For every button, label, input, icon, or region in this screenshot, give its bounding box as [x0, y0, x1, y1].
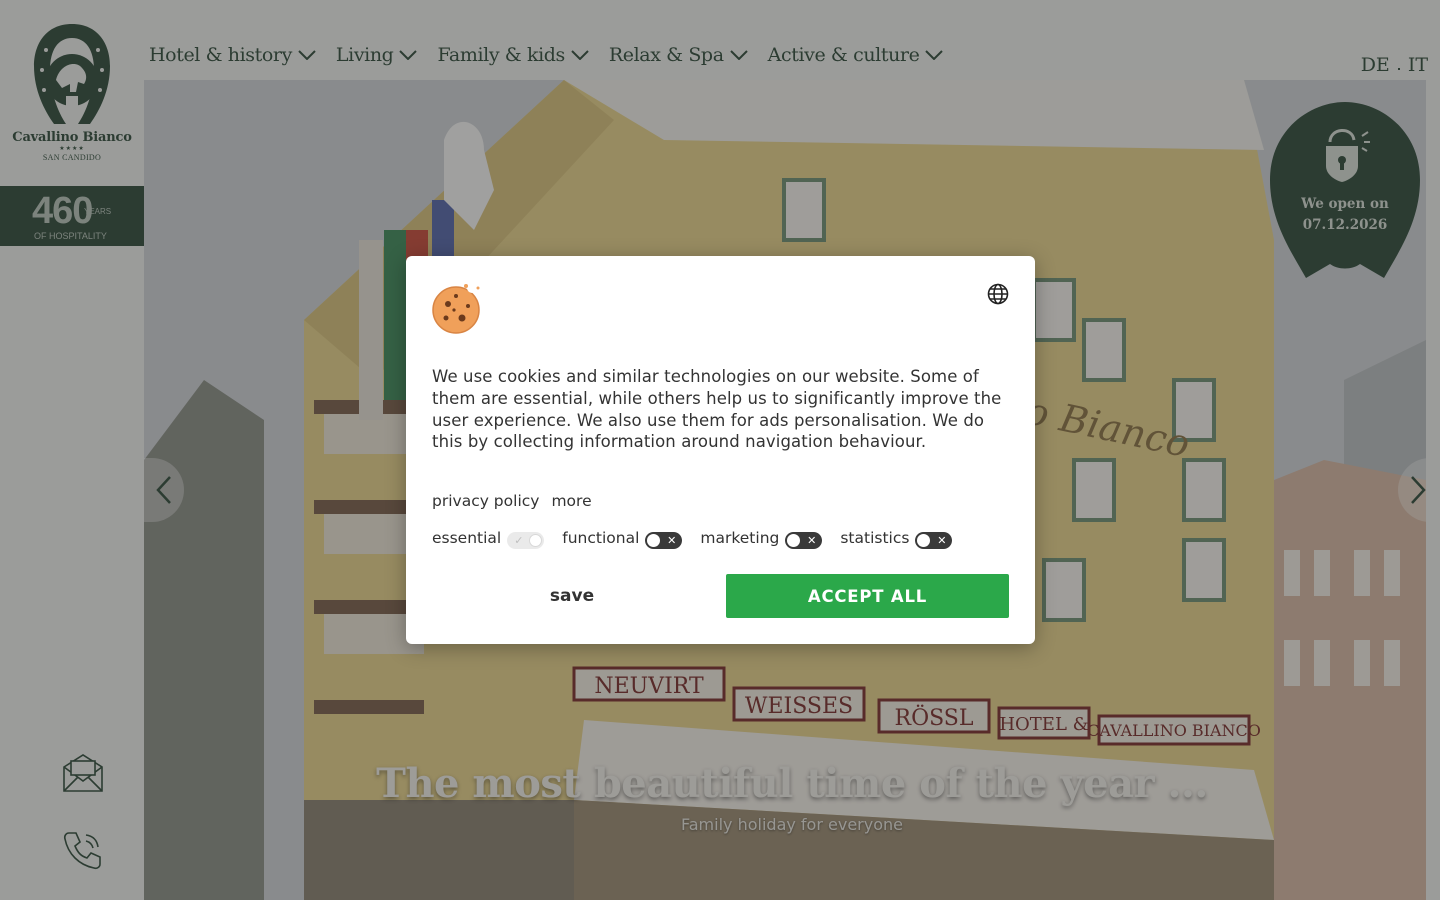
toggle-label-marketing: marketing [700, 529, 780, 547]
x-icon: ✕ [667, 533, 677, 547]
language-globe-icon[interactable] [987, 283, 1009, 309]
marketing-toggle[interactable]: ✕ [785, 531, 823, 549]
toggle-label-statistics: statistics [840, 529, 910, 547]
privacy-policy-link[interactable]: privacy policy [432, 492, 539, 510]
accept-all-button[interactable]: ACCEPT ALL [726, 574, 1009, 618]
cookie-category-toggles: essential ✓ functional ✕ marketing ✕ sta… [432, 529, 970, 549]
more-link[interactable]: more [551, 492, 591, 510]
check-icon: ✓ [514, 533, 524, 547]
cookie-icon [432, 282, 484, 338]
essential-toggle[interactable]: ✓ [507, 531, 545, 549]
cookie-links: privacy policy more [432, 492, 592, 510]
statistics-toggle[interactable]: ✕ [915, 531, 953, 549]
toggle-label-functional: functional [562, 529, 640, 547]
cookie-consent-dialog: We use cookies and similar technologies … [406, 256, 1035, 644]
save-button[interactable]: save [432, 574, 712, 618]
functional-toggle[interactable]: ✕ [645, 531, 683, 549]
x-icon: ✕ [807, 533, 817, 547]
cookie-description: We use cookies and similar technologies … [432, 367, 1002, 452]
toggle-label-essential: essential [432, 529, 502, 547]
x-icon: ✕ [937, 533, 947, 547]
